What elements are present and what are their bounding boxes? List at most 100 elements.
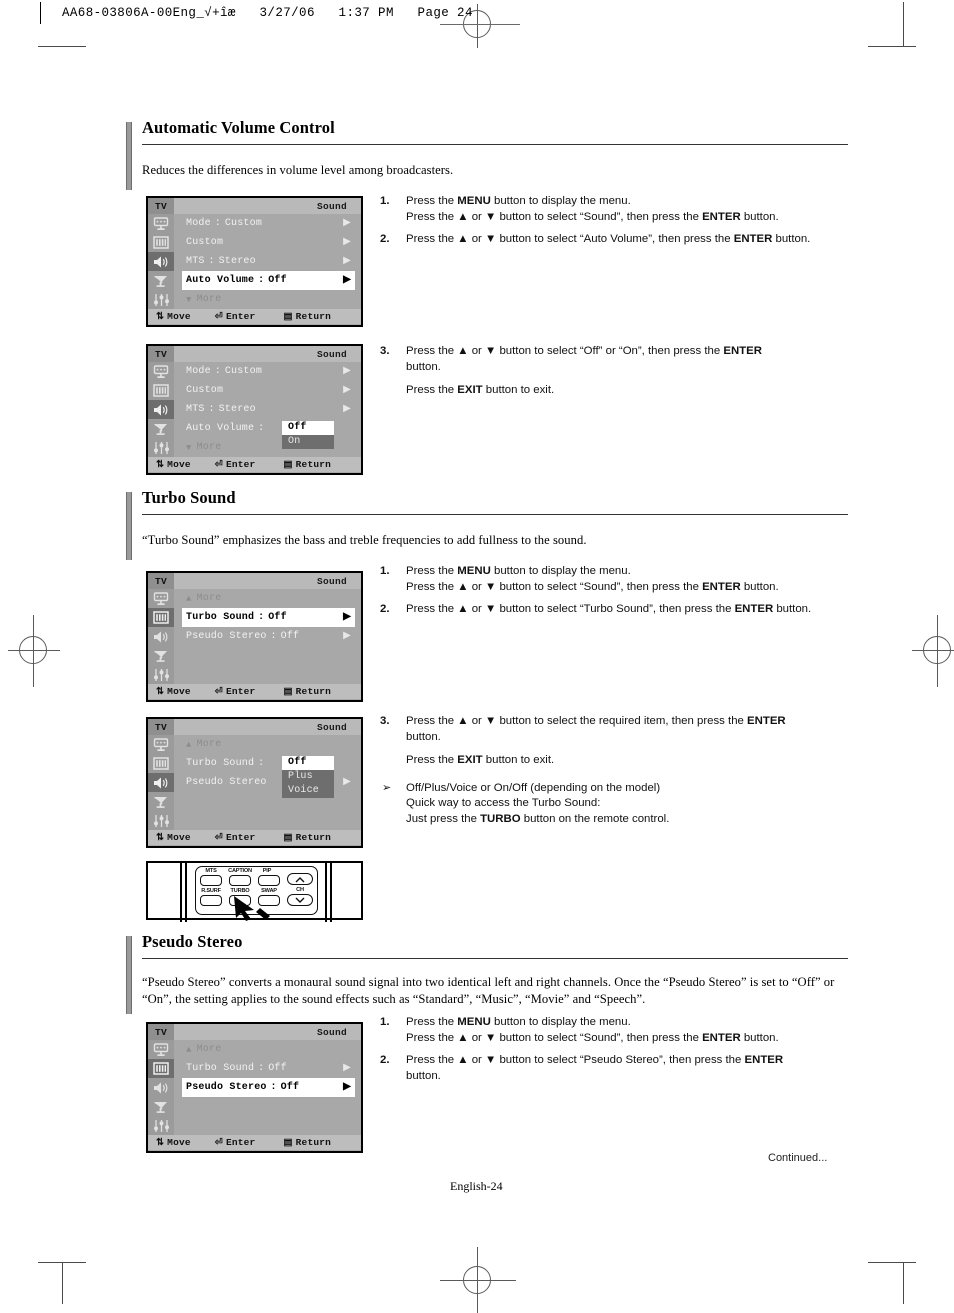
osd-row-mode[interactable]: Mode: Custom ▶ xyxy=(182,214,361,233)
osd-row-turbo-sound[interactable]: Turbo Sound: Off ▶ xyxy=(182,608,355,627)
triangle-down-icon: ▼ xyxy=(186,442,192,453)
osd-rail-picture-bars-icon[interactable] xyxy=(148,608,174,627)
osd-rail-setup-sliders-icon[interactable] xyxy=(148,438,174,457)
osd-menu-title: Sound xyxy=(316,575,347,587)
osd-rail-satellite-dish-icon[interactable] xyxy=(148,419,174,438)
step-number: 1. xyxy=(380,1016,390,1028)
instructions-avc-b: 3. Press the ▲ or ▼ button to select “Off… xyxy=(380,344,840,406)
osd-icon-rail xyxy=(148,362,174,457)
remote-key-mts[interactable] xyxy=(200,875,222,886)
return-glyph-icon: ▤ xyxy=(283,1137,293,1148)
osd-rail-satellite-dish-icon[interactable] xyxy=(148,271,174,290)
osd-row-value: Stereo xyxy=(218,256,256,267)
osd-titlebar: TV Sound xyxy=(148,346,361,362)
osd-rail-setup-sliders-icon[interactable] xyxy=(148,290,174,309)
step-line: Press the ▲ or ▼ button to select “Sound… xyxy=(406,1031,779,1044)
osd-rail-tv-input-icon[interactable] xyxy=(148,735,174,754)
osd-row-turbo-sound[interactable]: Turbo Sound: Off ▶ xyxy=(182,1059,361,1078)
step-sub-line: Press the EXIT button to exit. xyxy=(406,754,555,766)
osd-row-pseudo-stereo[interactable]: Pseudo Stereo ▶ xyxy=(182,773,361,792)
osd-rail-picture-bars-icon[interactable] xyxy=(148,1059,174,1078)
osd-device-label: TV xyxy=(148,198,174,214)
osd-row-pseudo-stereo[interactable]: Pseudo Stereo: Off ▶ xyxy=(182,627,361,646)
osd-row-more[interactable]: ▼ More xyxy=(182,290,361,309)
instruction-step: 2. Press the ▲ or ▼ button to select “Tur… xyxy=(380,602,840,618)
osd-rail-tv-input-icon[interactable] xyxy=(148,1040,174,1059)
step-number: 1. xyxy=(380,195,390,207)
osd-rail-satellite-dish-icon[interactable] xyxy=(148,646,174,665)
chevron-down-icon xyxy=(295,897,305,903)
osd-titlebar: TV Sound xyxy=(148,198,361,214)
osd-row-colon: : xyxy=(208,256,215,267)
osd-row-turbo-sound[interactable]: Turbo Sound: xyxy=(182,754,361,773)
osd-body: Mode: Custom ▶ Custom ▶ MTS: Stereo ▶ Auto Volum… xyxy=(148,362,361,457)
osd-row-auto-volume[interactable]: Auto Volume: xyxy=(182,419,361,438)
osd-option-plus[interactable]: Plus xyxy=(282,770,334,784)
osd-move-label: Move xyxy=(167,1137,191,1148)
osd-screen-turbo-menu-2: TV Sound ▲ More Turbo Sound: Pseudo Stereo ▶… xyxy=(146,717,363,848)
osd-row-auto-volume[interactable]: Auto Volume: Off ▶ xyxy=(182,271,355,290)
remote-key-rsurf[interactable] xyxy=(200,895,222,906)
osd-move-label: Move xyxy=(167,686,191,697)
osd-row-more[interactable]: ▲ More xyxy=(182,589,361,608)
section-rule xyxy=(142,514,848,515)
instructions-turbo-a: 1. Press the MENU button to display the m… xyxy=(380,564,840,625)
instruction-step: 2. Press the ▲ or ▼ button to select “Pse… xyxy=(380,1053,840,1084)
osd-rail-speaker-icon[interactable] xyxy=(148,400,174,419)
osd-row-more[interactable]: ▼ More xyxy=(182,438,361,457)
remote-key-label-rsurf: R.SURF xyxy=(201,888,221,894)
remote-key-pip[interactable] xyxy=(258,875,280,886)
osd-row-pseudo-stereo[interactable]: Pseudo Stereo: Off ▶ xyxy=(182,1078,355,1097)
osd-titlebar: TV Sound xyxy=(148,573,361,589)
step-number: 1. xyxy=(380,565,390,577)
osd-row-mts[interactable]: MTS: Stereo ▶ xyxy=(182,400,361,419)
osd-row-more[interactable]: ▲ More xyxy=(182,1040,361,1059)
osd-row-label: Turbo Sound xyxy=(186,758,255,769)
osd-option-off[interactable]: Off xyxy=(282,421,334,435)
chevron-right-icon: ▶ xyxy=(343,236,351,248)
osd-body: ▲ More Turbo Sound: Off ▶ Pseudo Stereo: Off ▶ xyxy=(148,589,361,684)
osd-option-off[interactable]: Off xyxy=(282,756,334,770)
chevron-right-icon: ▶ xyxy=(343,365,351,377)
step-number: 2. xyxy=(380,233,390,245)
osd-rail-satellite-dish-icon[interactable] xyxy=(148,792,174,811)
osd-rail-speaker-icon[interactable] xyxy=(148,252,174,271)
osd-option-voice[interactable]: Voice xyxy=(282,784,334,798)
osd-rail-tv-input-icon[interactable] xyxy=(148,362,174,381)
enter-glyph-icon: ⏎ xyxy=(214,686,223,697)
osd-row-more[interactable]: ▲ More xyxy=(182,735,361,754)
osd-rail-speaker-icon[interactable] xyxy=(148,1078,174,1097)
section-rule xyxy=(142,144,848,145)
remote-key-caption[interactable] xyxy=(229,875,251,886)
section-accent-bar xyxy=(126,936,132,1014)
osd-rail-setup-sliders-icon[interactable] xyxy=(148,665,174,684)
osd-rail-picture-bars-icon[interactable] xyxy=(148,381,174,400)
instruction-step: 2. Press the ▲ or ▼ button to select “Aut… xyxy=(380,232,840,248)
step-line: Press the ▲ or ▼ button to select “Turbo… xyxy=(406,603,812,615)
osd-rail-satellite-dish-icon[interactable] xyxy=(148,1097,174,1116)
remote-key-label-ch: CH xyxy=(296,887,304,893)
osd-row-label: More xyxy=(196,1044,222,1055)
osd-move-label: Move xyxy=(167,311,191,322)
osd-row-custom[interactable]: Custom ▶ xyxy=(182,381,361,400)
osd-rail-speaker-icon[interactable] xyxy=(148,773,174,792)
osd-rail-picture-bars-icon[interactable] xyxy=(148,754,174,773)
osd-option-on[interactable]: On xyxy=(282,435,334,449)
osd-rail-tv-input-icon[interactable] xyxy=(148,589,174,608)
osd-row-mts[interactable]: MTS: Stereo ▶ xyxy=(182,252,361,271)
osd-rail-speaker-icon[interactable] xyxy=(148,627,174,646)
move-glyph-icon: ⇅ xyxy=(156,832,165,843)
osd-rail-setup-sliders-icon[interactable] xyxy=(148,1116,174,1135)
osd-rail-tv-input-icon[interactable] xyxy=(148,214,174,233)
osd-option-popup[interactable]: Off On xyxy=(282,421,334,449)
osd-rail-picture-bars-icon[interactable] xyxy=(148,233,174,252)
osd-row-mode[interactable]: Mode: Custom ▶ xyxy=(182,362,361,381)
osd-row-value: Custom xyxy=(224,218,263,229)
osd-rail-setup-sliders-icon[interactable] xyxy=(148,811,174,830)
osd-option-popup[interactable]: Off Plus Voice xyxy=(282,756,334,798)
osd-row-custom[interactable]: Custom ▶ xyxy=(182,233,361,252)
osd-row-value: Custom xyxy=(224,366,263,377)
osd-menu-title: Sound xyxy=(316,200,347,212)
section-turbo-sound: Turbo Sound “Turbo Sound” emphasizes the… xyxy=(126,488,848,562)
osd-item-list: Mode: Custom ▶ Custom ▶ MTS: Stereo ▶ Auto Volum… xyxy=(174,362,361,457)
